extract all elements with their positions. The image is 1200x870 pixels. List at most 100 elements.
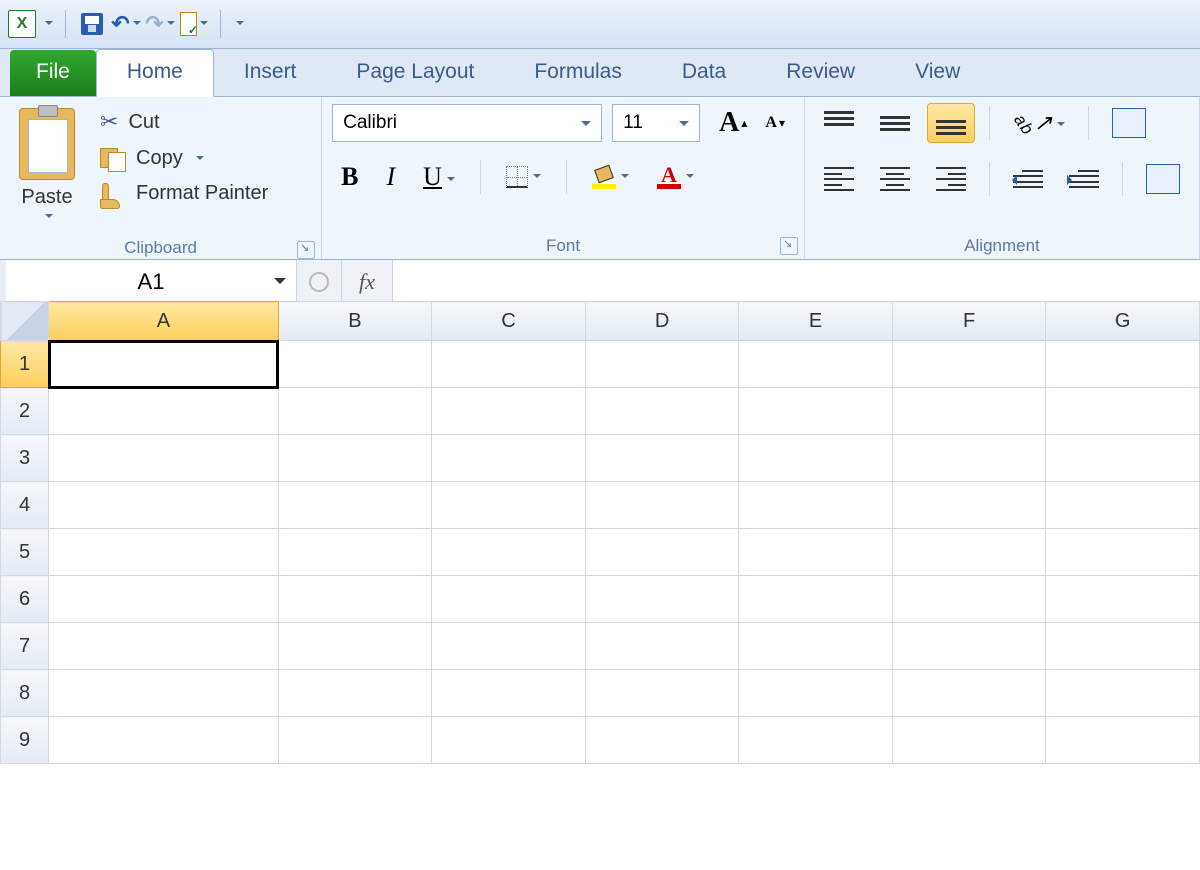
cell[interactable]: [49, 576, 279, 623]
align-center-button[interactable]: [871, 159, 919, 199]
cell[interactable]: [49, 529, 279, 576]
qat-redo-button[interactable]: ↷: [146, 10, 174, 38]
cell[interactable]: [892, 435, 1046, 482]
increase-indent-button[interactable]: [1060, 159, 1108, 199]
cell[interactable]: [49, 623, 279, 670]
column-header-F[interactable]: F: [892, 302, 1046, 341]
grow-font-button[interactable]: A▴: [710, 103, 756, 143]
redo-dropdown-icon[interactable]: [164, 16, 175, 33]
cell[interactable]: [585, 576, 739, 623]
insert-function-button[interactable]: fx: [342, 260, 393, 304]
cell[interactable]: [892, 623, 1046, 670]
cell[interactable]: [1046, 482, 1200, 529]
cell[interactable]: [1046, 388, 1200, 435]
name-box-dropdown-icon[interactable]: [274, 278, 286, 290]
row-header-7[interactable]: 7: [1, 623, 49, 670]
tab-insert[interactable]: Insert: [214, 50, 327, 96]
cell[interactable]: [585, 341, 739, 388]
column-header-G[interactable]: G: [1046, 302, 1200, 341]
cell[interactable]: [49, 482, 279, 529]
underline-button[interactable]: U: [414, 157, 464, 197]
cut-button[interactable]: ✂ Cut: [94, 107, 274, 137]
fontcolor-dropdown-icon[interactable]: [683, 169, 694, 186]
align-top-button[interactable]: [815, 103, 863, 143]
decrease-indent-button[interactable]: [1004, 159, 1052, 199]
orientation-button[interactable]: ab↗: [1004, 103, 1074, 143]
underline-dropdown-icon[interactable]: [444, 162, 455, 192]
orientation-dropdown-icon[interactable]: [1054, 110, 1065, 136]
clipboard-launcher-icon[interactable]: [297, 241, 315, 259]
cell[interactable]: [585, 435, 739, 482]
tab-data[interactable]: Data: [652, 50, 756, 96]
cell[interactable]: [432, 576, 586, 623]
cell[interactable]: [739, 529, 893, 576]
row-header-3[interactable]: 3: [1, 435, 49, 482]
select-all-corner[interactable]: [1, 302, 49, 341]
cell[interactable]: [739, 341, 893, 388]
borders-dropdown-icon[interactable]: [530, 169, 541, 186]
cell[interactable]: [585, 717, 739, 764]
column-header-D[interactable]: D: [585, 302, 739, 341]
cell[interactable]: [278, 341, 432, 388]
cell[interactable]: [278, 670, 432, 717]
spreadsheet-grid[interactable]: A B C D E F G 1 2 3 4 5 6 7 8 9: [0, 301, 1200, 870]
wrap-text-button[interactable]: [1103, 103, 1155, 143]
cell[interactable]: [278, 482, 432, 529]
cell[interactable]: [739, 623, 893, 670]
cell[interactable]: [432, 623, 586, 670]
cell[interactable]: [585, 670, 739, 717]
align-left-button[interactable]: [815, 159, 863, 199]
cell[interactable]: [585, 623, 739, 670]
cell[interactable]: [892, 388, 1046, 435]
italic-button[interactable]: I: [377, 157, 404, 197]
cell[interactable]: [585, 388, 739, 435]
excel-app-icon[interactable]: [8, 10, 36, 38]
row-header-6[interactable]: 6: [1, 576, 49, 623]
cell[interactable]: [1046, 529, 1200, 576]
cell[interactable]: [278, 435, 432, 482]
cell[interactable]: [278, 529, 432, 576]
merge-center-button[interactable]: [1137, 159, 1189, 199]
cell[interactable]: [1046, 623, 1200, 670]
cell[interactable]: [585, 482, 739, 529]
cell[interactable]: [892, 717, 1046, 764]
cell[interactable]: [739, 670, 893, 717]
cell[interactable]: [432, 482, 586, 529]
tab-home[interactable]: Home: [96, 49, 214, 97]
qat-save-button[interactable]: [78, 10, 106, 38]
tab-view[interactable]: View: [885, 50, 990, 96]
shrink-font-button[interactable]: A▾: [756, 103, 794, 143]
name-box[interactable]: A1: [6, 260, 297, 304]
font-color-button[interactable]: A: [648, 157, 703, 197]
column-header-E[interactable]: E: [739, 302, 893, 341]
column-header-B[interactable]: B: [278, 302, 432, 341]
fill-color-button[interactable]: [583, 157, 638, 197]
cell[interactable]: [278, 388, 432, 435]
cell[interactable]: [739, 482, 893, 529]
font-launcher-icon[interactable]: [780, 237, 798, 255]
font-name-combo[interactable]: Calibri: [332, 104, 602, 142]
qat-doc-button[interactable]: [180, 10, 208, 38]
cell[interactable]: [49, 717, 279, 764]
format-painter-button[interactable]: Format Painter: [94, 180, 274, 207]
cell[interactable]: [892, 482, 1046, 529]
cell[interactable]: [892, 576, 1046, 623]
cell[interactable]: [432, 717, 586, 764]
align-bottom-button[interactable]: [927, 103, 975, 143]
app-menu-dropdown-icon[interactable]: [42, 16, 53, 33]
formula-input[interactable]: [393, 260, 1200, 304]
doc-dropdown-icon[interactable]: [197, 16, 208, 33]
row-header-9[interactable]: 9: [1, 717, 49, 764]
tab-page-layout[interactable]: Page Layout: [326, 50, 504, 96]
cell[interactable]: [1046, 670, 1200, 717]
column-header-A[interactable]: A: [49, 302, 279, 341]
cell[interactable]: [1046, 435, 1200, 482]
cell[interactable]: [432, 529, 586, 576]
tab-formulas[interactable]: Formulas: [504, 50, 652, 96]
row-header-4[interactable]: 4: [1, 482, 49, 529]
cell[interactable]: [49, 670, 279, 717]
align-middle-button[interactable]: [871, 103, 919, 143]
cell[interactable]: [432, 341, 586, 388]
cell[interactable]: [739, 717, 893, 764]
row-header-5[interactable]: 5: [1, 529, 49, 576]
